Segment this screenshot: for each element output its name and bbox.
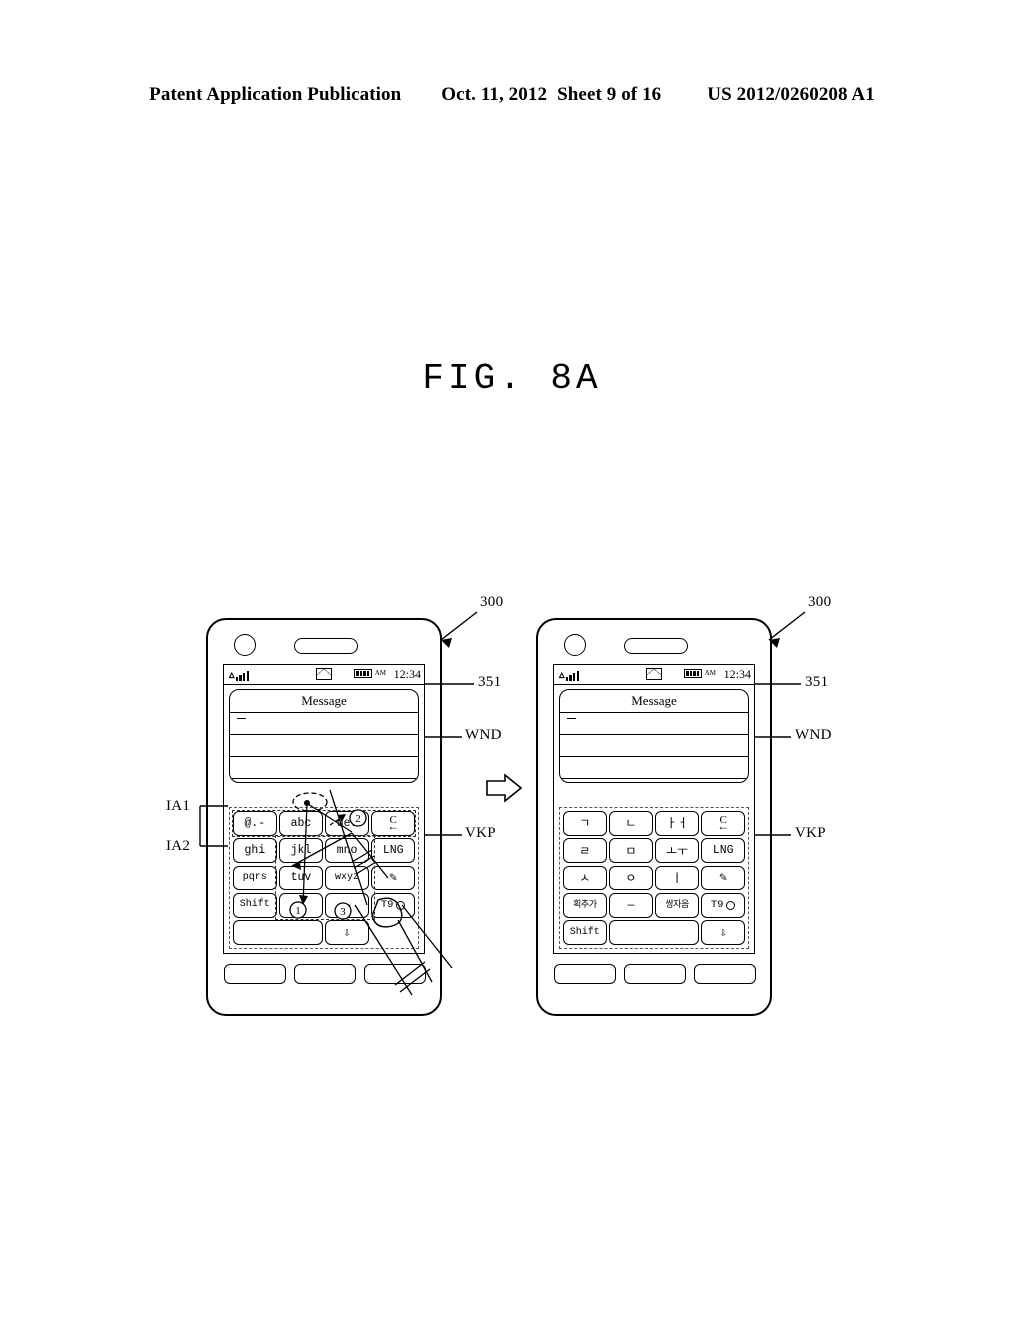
mobile-device-left: ▵ AM 12:34 Message @.- abc def C ← ghi jkl mno L… [206, 618, 442, 1016]
message-text-line [560, 713, 748, 735]
key-ieung[interactable]: ㅇ [609, 865, 653, 891]
message-text-line [560, 735, 748, 757]
key-symbols[interactable]: @.- [233, 811, 277, 836]
patent-number: US 2012/0260208 A1 [707, 84, 875, 105]
key-enter[interactable]: ⇩ [325, 920, 369, 945]
envelope-icon [646, 668, 662, 680]
message-text-line [230, 713, 418, 735]
key-shift[interactable]: Shift [233, 892, 277, 918]
key-space[interactable] [609, 920, 699, 945]
signal-bars-icon: ▵ [559, 668, 580, 681]
key-siot[interactable]: ㅅ [563, 865, 607, 891]
key-t9[interactable]: T9 [701, 892, 745, 918]
key-dash[interactable]: — [609, 892, 653, 918]
key-clear[interactable]: C ← [371, 811, 415, 836]
key-mieum[interactable]: ㅁ [609, 838, 653, 864]
sheet-number: Sheet 9 of 16 [557, 84, 662, 105]
key-dash[interactable]: — [325, 892, 369, 918]
key-wxyz[interactable]: wxyz [325, 865, 369, 891]
message-text-line [230, 735, 418, 757]
mobile-device-right: ▵ AM 12:34 Message ㄱㄴㅏㅓ C ← ㄹㅁㅗㅜ LNG ㅅㅇㅣ ✎ 획추가 —… [536, 618, 772, 1016]
hardware-button-right[interactable] [694, 964, 756, 984]
key-ghi[interactable]: ghi [233, 838, 277, 864]
publication-date: Oct. 11, 2012 [441, 84, 548, 105]
message-window-title: Message [230, 690, 418, 713]
annotation-overlay: 1 2 3 [199, 611, 806, 996]
right-arrow-icon [486, 773, 523, 803]
key-add-stroke[interactable]: 획추가 [563, 892, 607, 918]
status-time: 12:34 [723, 667, 751, 681]
battery-icon [354, 669, 372, 678]
label-device-left: 300 [480, 594, 504, 610]
camera-icon [564, 634, 586, 656]
key-double-consonant[interactable]: 쌍자음 [655, 892, 699, 918]
hardware-button-left[interactable] [554, 964, 616, 984]
signal-bars-icon: ▵ [229, 668, 250, 681]
key-a-eo[interactable]: ㅏㅓ [655, 811, 699, 836]
message-window-title: Message [560, 690, 748, 713]
label-input-area-1: IA1 [166, 798, 191, 814]
camera-icon [234, 634, 256, 656]
key-giyeok[interactable]: ㄱ [563, 811, 607, 836]
hardware-button-right[interactable] [364, 964, 426, 984]
key-nieun[interactable]: ㄴ [609, 811, 653, 836]
label-display-left: 351 [478, 674, 502, 690]
key-def[interactable]: def [325, 811, 369, 836]
key-abc[interactable]: abc [279, 811, 323, 836]
message-window-left: Message [229, 689, 419, 783]
figure-title: FIG. 8A [422, 358, 602, 399]
key-handwriting[interactable]: ✎ [371, 865, 415, 891]
label-window-right: WND [795, 727, 832, 743]
hardware-button-center[interactable] [624, 964, 686, 984]
key-t9[interactable]: T9 [371, 892, 415, 918]
status-ampm: AM [374, 669, 386, 677]
key-handwriting[interactable]: ✎ [701, 865, 745, 891]
key-rieul[interactable]: ㄹ [563, 838, 607, 864]
display-left: ▵ AM 12:34 Message @.- abc def C ← ghi jkl mno L… [223, 664, 425, 954]
label-window-left: WND [465, 727, 502, 743]
battery-icon [684, 669, 702, 678]
key-o-u[interactable]: ㅗㅜ [655, 838, 699, 864]
message-text-line [560, 757, 748, 779]
key-language[interactable]: LNG [701, 838, 745, 864]
status-ampm: AM [704, 669, 716, 677]
status-time: 12:34 [393, 667, 421, 681]
publication-header: Patent Application Publication Oct. 11, … [0, 84, 1024, 106]
message-window-right: Message [559, 689, 749, 783]
key-i[interactable]: ㅣ [655, 865, 699, 891]
envelope-icon [316, 668, 332, 680]
key-language[interactable]: LNG [371, 838, 415, 864]
key-jkl[interactable]: jkl [279, 838, 323, 864]
status-bar-right: ▵ AM 12:34 [554, 665, 754, 685]
publication-title: Patent Application Publication [149, 84, 402, 105]
speaker-icon [294, 638, 358, 654]
virtual-keypad-right[interactable]: ㄱㄴㅏㅓ C ← ㄹㅁㅗㅜ LNG ㅅㅇㅣ ✎ 획추가 — 쌍자음 T9 Shift ⇩ [559, 807, 749, 949]
hardware-button-center[interactable] [294, 964, 356, 984]
key-pqrs[interactable]: pqrs [233, 865, 277, 891]
key-shift[interactable]: Shift [563, 920, 607, 945]
virtual-keypad-left[interactable]: @.- abc def C ← ghi jkl mno LNG pqrs tuv wxyz ✎ Shift… [229, 807, 419, 949]
label-keypad-right: VKP [795, 825, 826, 841]
text-cursor-marker [567, 718, 576, 719]
key-space[interactable] [233, 920, 323, 945]
key-asterisk[interactable] [279, 892, 323, 918]
message-text-line [230, 757, 418, 779]
text-cursor-marker [237, 718, 246, 719]
label-display-right: 351 [805, 674, 829, 690]
hardware-button-left[interactable] [224, 964, 286, 984]
key-mno[interactable]: mno [325, 838, 369, 864]
key-enter[interactable]: ⇩ [701, 920, 745, 945]
display-right: ▵ AM 12:34 Message ㄱㄴㅏㅓ C ← ㄹㅁㅗㅜ LNG ㅅㅇㅣ ✎ 획추가 —… [553, 664, 755, 954]
label-input-area-2: IA2 [166, 838, 191, 854]
label-keypad-left: VKP [465, 825, 496, 841]
label-device-right: 300 [808, 594, 832, 610]
key-tuv[interactable]: tuv [279, 865, 323, 891]
key-clear[interactable]: C ← [701, 811, 745, 836]
speaker-icon [624, 638, 688, 654]
status-bar-left: ▵ AM 12:34 [224, 665, 424, 685]
